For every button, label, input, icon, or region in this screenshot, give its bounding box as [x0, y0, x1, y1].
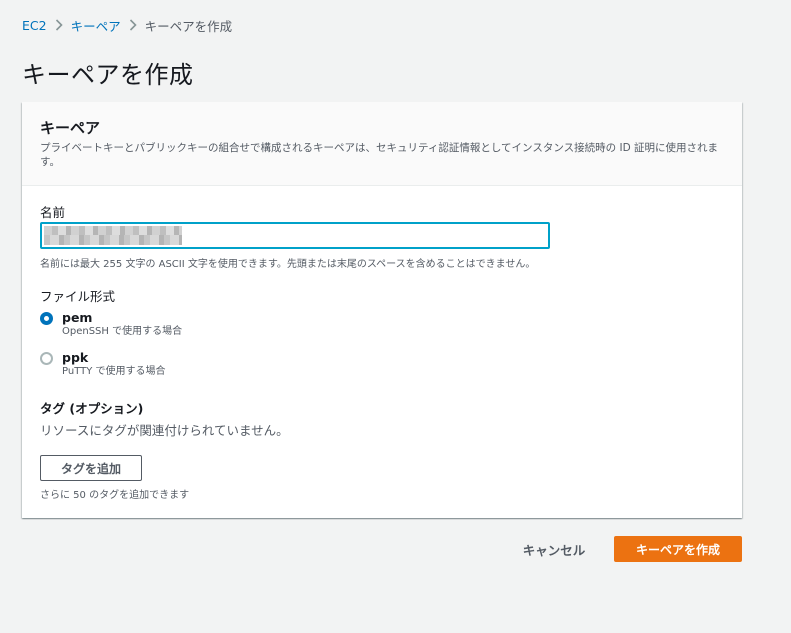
radio-ppk-title: ppk: [62, 350, 89, 365]
file-format-label: ファイル形式: [40, 289, 116, 304]
cancel-button[interactable]: キャンセル: [506, 536, 602, 562]
radio-pem-description: OpenSSH で使用する場合: [62, 326, 183, 337]
name-hint: 名前には最大 255 文字の ASCII 文字を使用できます。先頭または末尾のス…: [40, 259, 536, 270]
container-title: キーペア: [40, 119, 101, 137]
radio-pem[interactable]: [40, 312, 53, 325]
radio-option-pem[interactable]: pem OpenSSH で使用する場合: [40, 310, 182, 339]
tags-label: タグ (オプション): [40, 401, 144, 416]
redacted-name-value: [44, 226, 182, 245]
keypair-container: キーペア プライベートキーとパブリックキーの組合せで構成されるキーペアは、セキュ…: [22, 102, 742, 518]
radio-pem-title: pem: [62, 310, 93, 325]
page: EC2 キーペア キーペアを作成 キーペアを作成 キーペア プライベートキーとパ…: [0, 0, 791, 633]
breadcrumb-current: キーペアを作成: [144, 18, 233, 34]
radio-ppk[interactable]: [40, 352, 53, 365]
add-tag-button[interactable]: タグを追加: [40, 455, 142, 481]
breadcrumb: EC2 キーペア キーペアを作成: [22, 16, 233, 35]
radio-ppk-description: PuTTY で使用する場合: [62, 366, 166, 377]
chevron-right-icon: [121, 18, 145, 33]
chevron-right-icon: [47, 18, 71, 33]
create-keypair-button[interactable]: キーペアを作成: [614, 536, 742, 562]
container-header: キーペア プライベートキーとパブリックキーの組合せで構成されるキーペアは、セキュ…: [22, 102, 742, 186]
radio-option-ppk[interactable]: ppk PuTTY で使用する場合: [40, 350, 166, 379]
tags-empty-text: リソースにタグが関連付けられていません。: [40, 423, 289, 438]
breadcrumb-keypairs-link[interactable]: キーペア: [71, 16, 121, 35]
tags-hint: さらに 50 のタグを追加できます: [40, 490, 190, 501]
page-title: キーペアを作成: [22, 61, 194, 89]
breadcrumb-ec2-link[interactable]: EC2: [22, 18, 47, 33]
container-description: プライベートキーとパブリックキーの組合せで構成されるキーペアは、セキュリティ認証…: [40, 142, 718, 168]
name-label: 名前: [40, 205, 66, 220]
